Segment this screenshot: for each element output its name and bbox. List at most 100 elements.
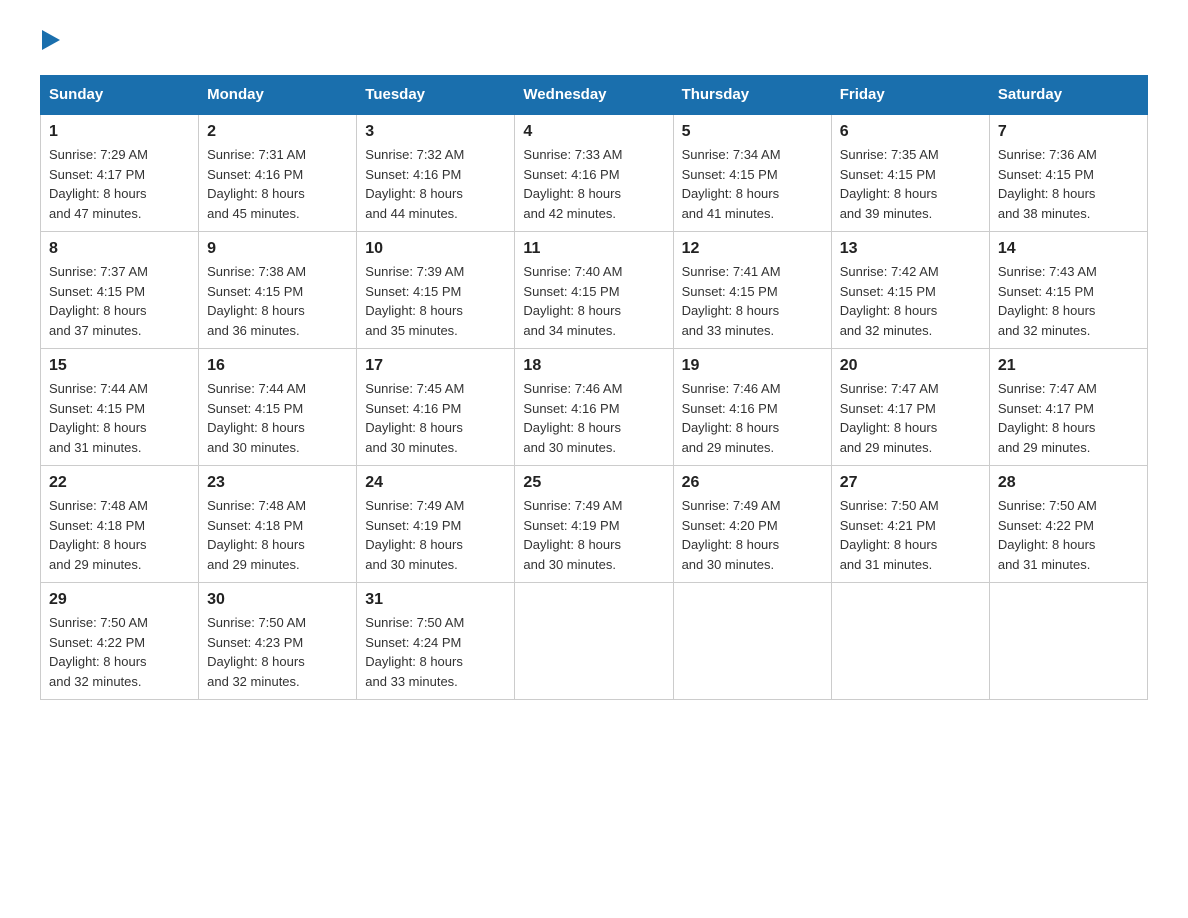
day-number: 21: [998, 357, 1139, 375]
weekday-header-tuesday: Tuesday: [357, 76, 515, 115]
day-info: Sunrise: 7:34 AM Sunset: 4:15 PM Dayligh…: [682, 145, 823, 223]
day-number: 31: [365, 591, 506, 609]
day-number: 11: [523, 240, 664, 258]
week-row-5: 29 Sunrise: 7:50 AM Sunset: 4:22 PM Dayl…: [41, 583, 1148, 700]
day-number: 9: [207, 240, 348, 258]
day-number: 27: [840, 474, 981, 492]
day-cell-30: 30 Sunrise: 7:50 AM Sunset: 4:23 PM Dayl…: [199, 583, 357, 700]
weekday-header-wednesday: Wednesday: [515, 76, 673, 115]
day-cell-5: 5 Sunrise: 7:34 AM Sunset: 4:15 PM Dayli…: [673, 114, 831, 232]
day-info: Sunrise: 7:50 AM Sunset: 4:23 PM Dayligh…: [207, 613, 348, 691]
day-cell-11: 11 Sunrise: 7:40 AM Sunset: 4:15 PM Dayl…: [515, 232, 673, 349]
empty-cell: [515, 583, 673, 700]
day-info: Sunrise: 7:47 AM Sunset: 4:17 PM Dayligh…: [998, 379, 1139, 457]
day-number: 7: [998, 123, 1139, 141]
day-info: Sunrise: 7:49 AM Sunset: 4:20 PM Dayligh…: [682, 496, 823, 574]
day-cell-17: 17 Sunrise: 7:45 AM Sunset: 4:16 PM Dayl…: [357, 349, 515, 466]
weekday-header-saturday: Saturday: [989, 76, 1147, 115]
day-info: Sunrise: 7:39 AM Sunset: 4:15 PM Dayligh…: [365, 262, 506, 340]
weekday-header-monday: Monday: [199, 76, 357, 115]
day-cell-20: 20 Sunrise: 7:47 AM Sunset: 4:17 PM Dayl…: [831, 349, 989, 466]
day-cell-28: 28 Sunrise: 7:50 AM Sunset: 4:22 PM Dayl…: [989, 466, 1147, 583]
day-number: 2: [207, 123, 348, 141]
day-info: Sunrise: 7:47 AM Sunset: 4:17 PM Dayligh…: [840, 379, 981, 457]
day-info: Sunrise: 7:50 AM Sunset: 4:24 PM Dayligh…: [365, 613, 506, 691]
day-cell-29: 29 Sunrise: 7:50 AM Sunset: 4:22 PM Dayl…: [41, 583, 199, 700]
day-number: 10: [365, 240, 506, 258]
day-number: 26: [682, 474, 823, 492]
day-cell-19: 19 Sunrise: 7:46 AM Sunset: 4:16 PM Dayl…: [673, 349, 831, 466]
day-cell-25: 25 Sunrise: 7:49 AM Sunset: 4:19 PM Dayl…: [515, 466, 673, 583]
day-info: Sunrise: 7:50 AM Sunset: 4:22 PM Dayligh…: [998, 496, 1139, 574]
day-info: Sunrise: 7:31 AM Sunset: 4:16 PM Dayligh…: [207, 145, 348, 223]
weekday-header-friday: Friday: [831, 76, 989, 115]
empty-cell: [989, 583, 1147, 700]
day-info: Sunrise: 7:46 AM Sunset: 4:16 PM Dayligh…: [523, 379, 664, 457]
logo-triangle-icon: [42, 30, 60, 50]
day-info: Sunrise: 7:48 AM Sunset: 4:18 PM Dayligh…: [207, 496, 348, 574]
empty-cell: [831, 583, 989, 700]
day-cell-6: 6 Sunrise: 7:35 AM Sunset: 4:15 PM Dayli…: [831, 114, 989, 232]
day-info: Sunrise: 7:32 AM Sunset: 4:16 PM Dayligh…: [365, 145, 506, 223]
day-info: Sunrise: 7:49 AM Sunset: 4:19 PM Dayligh…: [365, 496, 506, 574]
day-info: Sunrise: 7:44 AM Sunset: 4:15 PM Dayligh…: [207, 379, 348, 457]
week-row-1: 1 Sunrise: 7:29 AM Sunset: 4:17 PM Dayli…: [41, 114, 1148, 232]
day-info: Sunrise: 7:50 AM Sunset: 4:22 PM Dayligh…: [49, 613, 190, 691]
day-number: 3: [365, 123, 506, 141]
day-number: 30: [207, 591, 348, 609]
day-cell-3: 3 Sunrise: 7:32 AM Sunset: 4:16 PM Dayli…: [357, 114, 515, 232]
day-number: 15: [49, 357, 190, 375]
day-number: 5: [682, 123, 823, 141]
day-info: Sunrise: 7:49 AM Sunset: 4:19 PM Dayligh…: [523, 496, 664, 574]
day-number: 6: [840, 123, 981, 141]
day-number: 17: [365, 357, 506, 375]
day-number: 20: [840, 357, 981, 375]
day-cell-10: 10 Sunrise: 7:39 AM Sunset: 4:15 PM Dayl…: [357, 232, 515, 349]
day-cell-12: 12 Sunrise: 7:41 AM Sunset: 4:15 PM Dayl…: [673, 232, 831, 349]
day-info: Sunrise: 7:48 AM Sunset: 4:18 PM Dayligh…: [49, 496, 190, 574]
day-cell-7: 7 Sunrise: 7:36 AM Sunset: 4:15 PM Dayli…: [989, 114, 1147, 232]
day-cell-8: 8 Sunrise: 7:37 AM Sunset: 4:15 PM Dayli…: [41, 232, 199, 349]
day-cell-18: 18 Sunrise: 7:46 AM Sunset: 4:16 PM Dayl…: [515, 349, 673, 466]
day-cell-31: 31 Sunrise: 7:50 AM Sunset: 4:24 PM Dayl…: [357, 583, 515, 700]
day-info: Sunrise: 7:40 AM Sunset: 4:15 PM Dayligh…: [523, 262, 664, 340]
day-number: 19: [682, 357, 823, 375]
day-number: 24: [365, 474, 506, 492]
day-cell-22: 22 Sunrise: 7:48 AM Sunset: 4:18 PM Dayl…: [41, 466, 199, 583]
week-row-2: 8 Sunrise: 7:37 AM Sunset: 4:15 PM Dayli…: [41, 232, 1148, 349]
calendar-table: SundayMondayTuesdayWednesdayThursdayFrid…: [40, 75, 1148, 700]
empty-cell: [673, 583, 831, 700]
day-info: Sunrise: 7:42 AM Sunset: 4:15 PM Dayligh…: [840, 262, 981, 340]
day-info: Sunrise: 7:29 AM Sunset: 4:17 PM Dayligh…: [49, 145, 190, 223]
weekday-header-row: SundayMondayTuesdayWednesdayThursdayFrid…: [41, 76, 1148, 115]
day-number: 14: [998, 240, 1139, 258]
day-info: Sunrise: 7:50 AM Sunset: 4:21 PM Dayligh…: [840, 496, 981, 574]
day-info: Sunrise: 7:38 AM Sunset: 4:15 PM Dayligh…: [207, 262, 348, 340]
day-cell-24: 24 Sunrise: 7:49 AM Sunset: 4:19 PM Dayl…: [357, 466, 515, 583]
weekday-header-thursday: Thursday: [673, 76, 831, 115]
day-cell-14: 14 Sunrise: 7:43 AM Sunset: 4:15 PM Dayl…: [989, 232, 1147, 349]
day-cell-9: 9 Sunrise: 7:38 AM Sunset: 4:15 PM Dayli…: [199, 232, 357, 349]
day-number: 12: [682, 240, 823, 258]
day-cell-2: 2 Sunrise: 7:31 AM Sunset: 4:16 PM Dayli…: [199, 114, 357, 232]
week-row-3: 15 Sunrise: 7:44 AM Sunset: 4:15 PM Dayl…: [41, 349, 1148, 466]
day-cell-21: 21 Sunrise: 7:47 AM Sunset: 4:17 PM Dayl…: [989, 349, 1147, 466]
day-info: Sunrise: 7:35 AM Sunset: 4:15 PM Dayligh…: [840, 145, 981, 223]
day-cell-16: 16 Sunrise: 7:44 AM Sunset: 4:15 PM Dayl…: [199, 349, 357, 466]
week-row-4: 22 Sunrise: 7:48 AM Sunset: 4:18 PM Dayl…: [41, 466, 1148, 583]
day-number: 28: [998, 474, 1139, 492]
day-number: 25: [523, 474, 664, 492]
day-number: 8: [49, 240, 190, 258]
day-number: 18: [523, 357, 664, 375]
logo: [40, 30, 60, 55]
day-number: 13: [840, 240, 981, 258]
day-number: 23: [207, 474, 348, 492]
day-cell-23: 23 Sunrise: 7:48 AM Sunset: 4:18 PM Dayl…: [199, 466, 357, 583]
day-cell-27: 27 Sunrise: 7:50 AM Sunset: 4:21 PM Dayl…: [831, 466, 989, 583]
day-cell-15: 15 Sunrise: 7:44 AM Sunset: 4:15 PM Dayl…: [41, 349, 199, 466]
day-cell-4: 4 Sunrise: 7:33 AM Sunset: 4:16 PM Dayli…: [515, 114, 673, 232]
day-cell-1: 1 Sunrise: 7:29 AM Sunset: 4:17 PM Dayli…: [41, 114, 199, 232]
day-info: Sunrise: 7:37 AM Sunset: 4:15 PM Dayligh…: [49, 262, 190, 340]
day-info: Sunrise: 7:41 AM Sunset: 4:15 PM Dayligh…: [682, 262, 823, 340]
day-cell-13: 13 Sunrise: 7:42 AM Sunset: 4:15 PM Dayl…: [831, 232, 989, 349]
